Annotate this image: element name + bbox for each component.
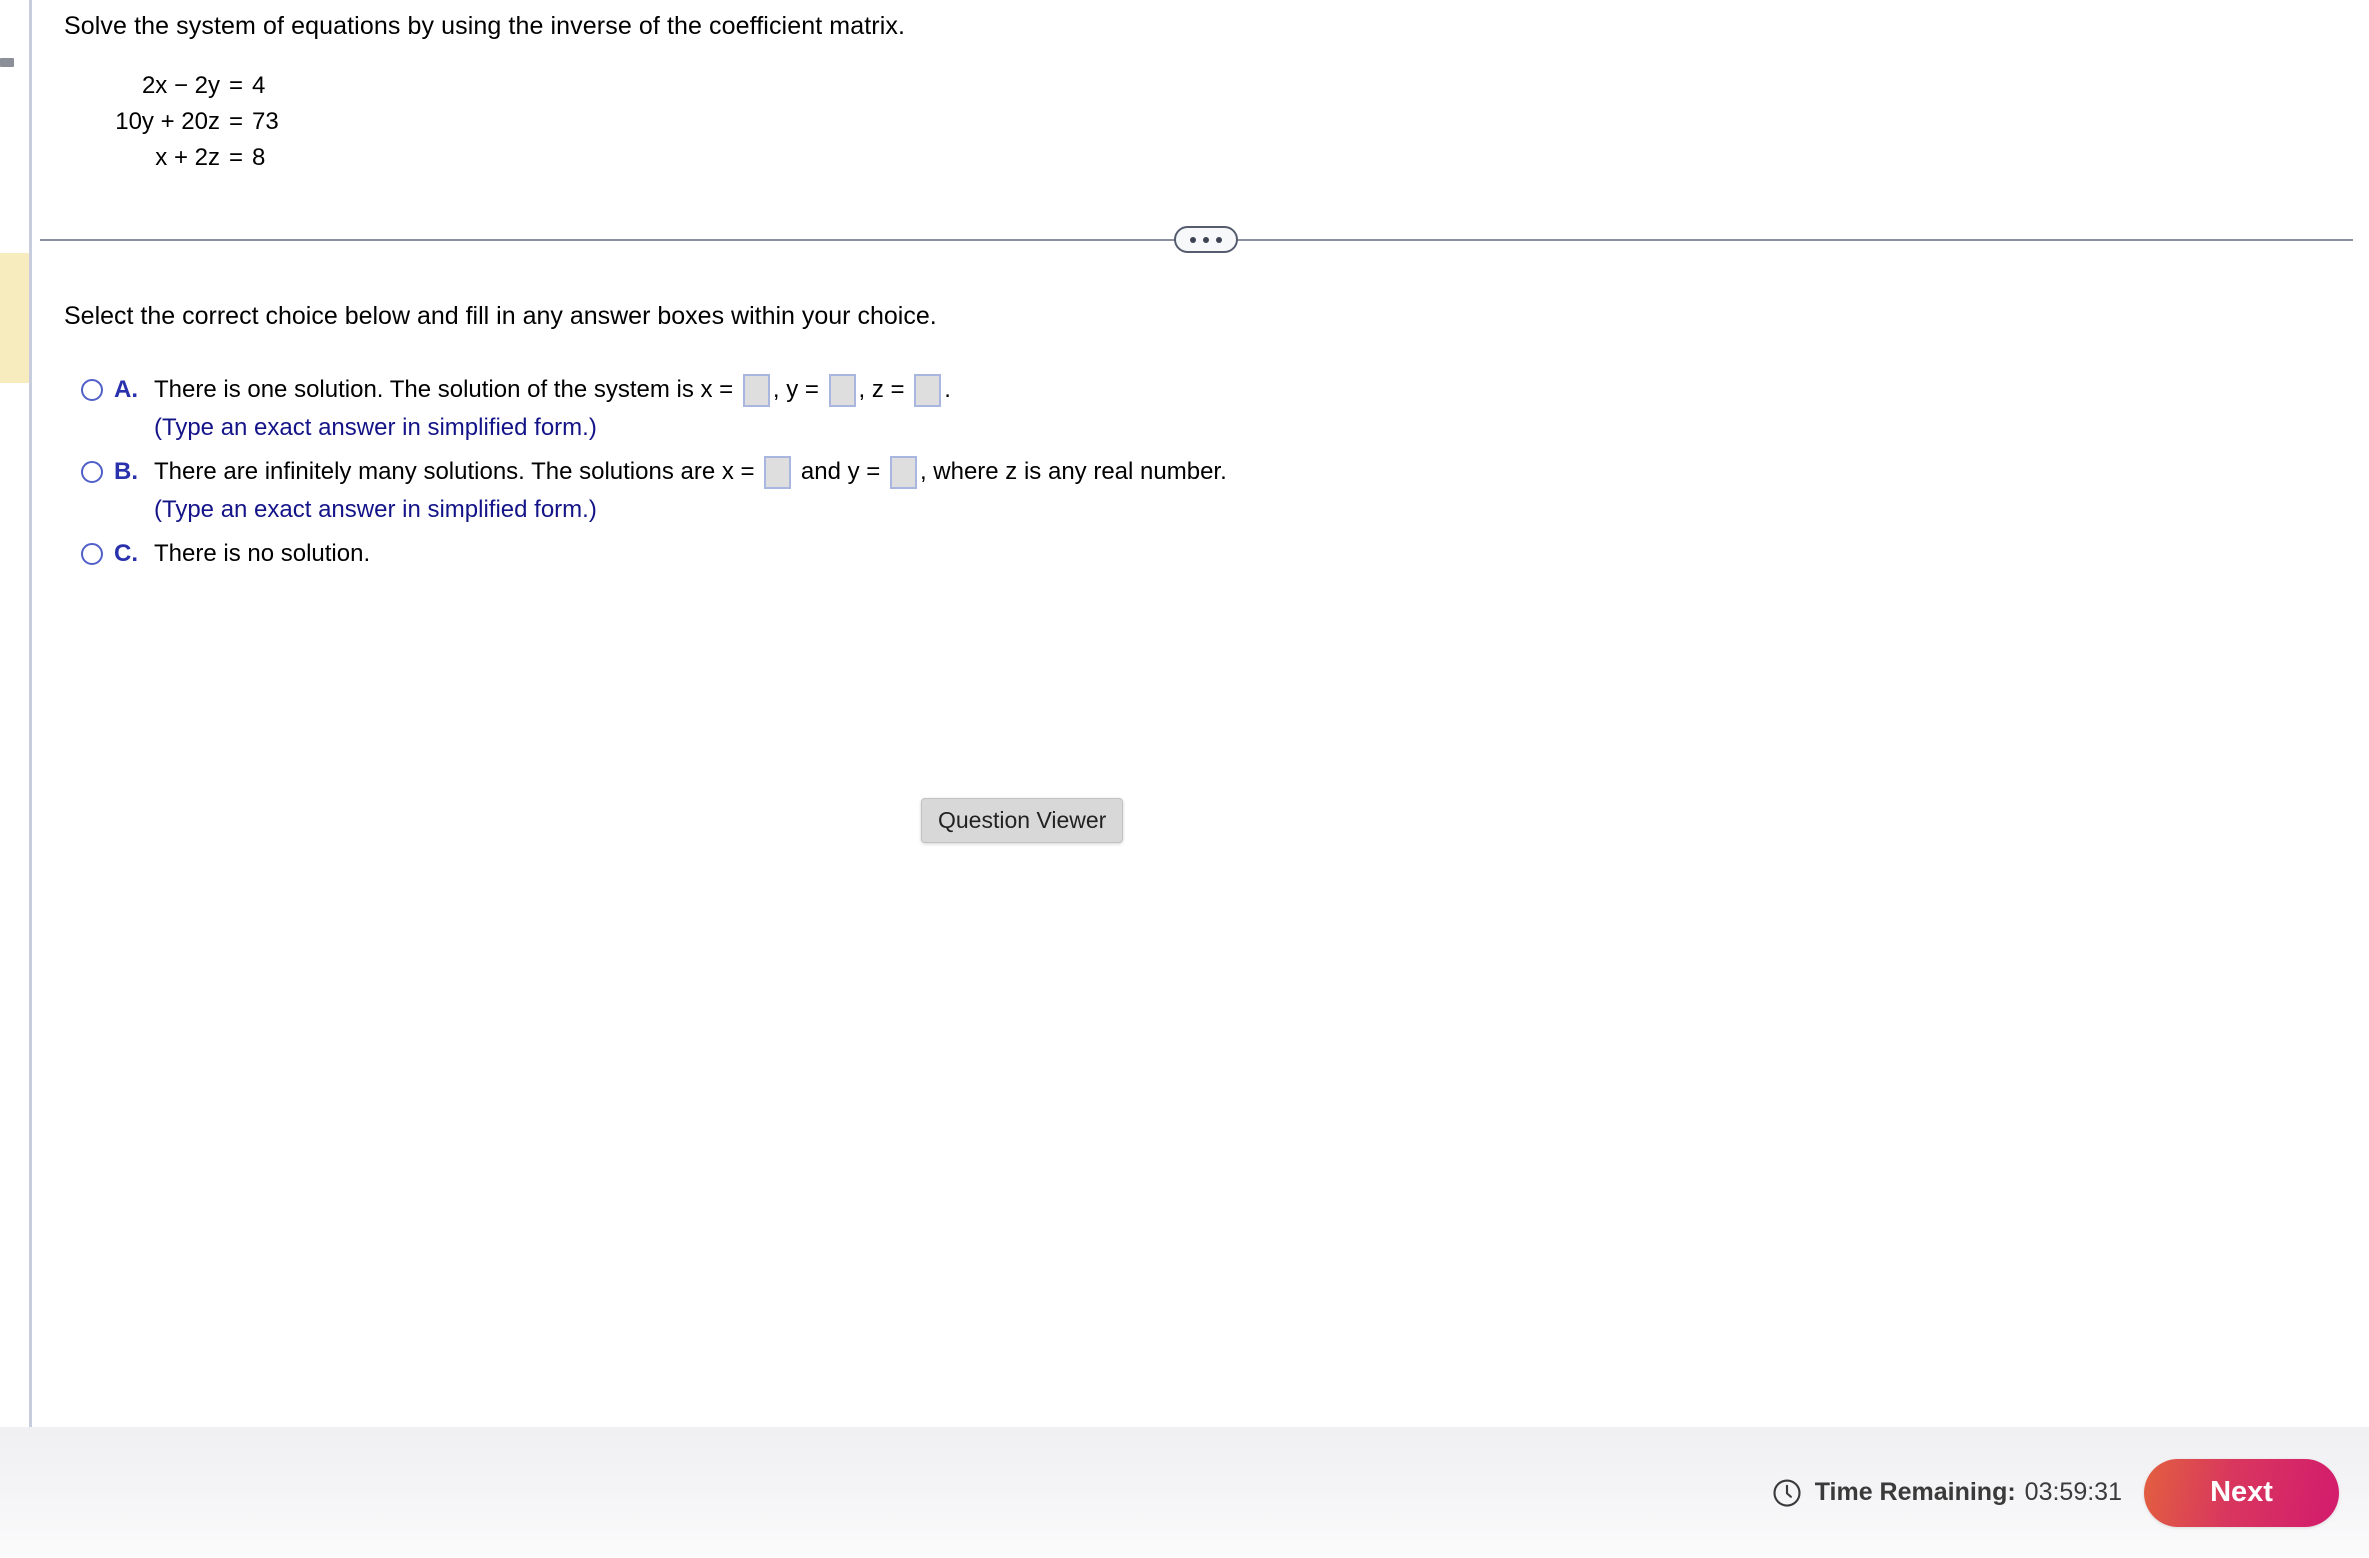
choice-b-hint: (Type an exact answer in simplified form… xyxy=(154,496,597,523)
bottom-toolbar: Time Remaining: 03:59:31 Next xyxy=(0,1427,2369,1558)
equation-row: x + 2z = 8 xyxy=(64,140,294,176)
equation-equals: = xyxy=(228,72,243,99)
question-viewer-tooltip: Question Viewer xyxy=(921,798,1124,843)
choice-a-text: There is one solution. The solution of t… xyxy=(154,372,1564,408)
choice-b-text: There are infinitely many solutions. The… xyxy=(154,454,1564,490)
choice-a-hint: (Type an exact answer in simplified form… xyxy=(154,414,597,441)
clock-icon xyxy=(1773,1478,1801,1507)
choice-a-segment-3: , z = xyxy=(858,376,912,403)
equation-lhs: 10y + 20z xyxy=(115,108,220,135)
rail-marker-icon xyxy=(0,58,14,67)
equation-lhs: 2x − 2y xyxy=(141,72,220,99)
choice-c-letter: C. xyxy=(114,540,138,567)
choice-a-segment-4: . xyxy=(944,376,951,403)
answer-box-b-y[interactable] xyxy=(889,455,917,489)
radio-choice-a[interactable] xyxy=(81,379,103,401)
ellipsis-dot-icon xyxy=(1216,236,1222,243)
equation-equals: = xyxy=(228,108,243,135)
answer-box-a-y[interactable] xyxy=(828,373,856,407)
ellipsis-dot-icon xyxy=(1203,236,1209,243)
choice-c-segment-1: There is no solution. xyxy=(154,540,371,567)
radio-choice-b[interactable] xyxy=(81,461,103,483)
next-button[interactable]: Next xyxy=(2144,1458,2339,1527)
time-remaining-value: 03:59:31 xyxy=(2024,1478,2122,1506)
equation-row: 10y + 20z = 73 xyxy=(64,104,294,140)
choice-c[interactable]: C. There is no solution. xyxy=(64,536,1564,572)
ellipsis-dot-icon xyxy=(1190,236,1196,243)
equation-system: 2x − 2y = 4 10y + 20z = 73 x + 2z = 8 xyxy=(64,68,294,176)
answer-box-a-z[interactable] xyxy=(914,373,942,407)
choice-a-segment-1: There is one solution. The solution of t… xyxy=(154,376,740,403)
choice-a-letter: A. xyxy=(114,376,138,403)
time-remaining-group: Time Remaining: 03:59:31 xyxy=(1772,1478,2122,1508)
time-remaining-label: Time Remaining: xyxy=(1814,1478,2016,1506)
choice-b-segment-3: , where z is any real number. xyxy=(919,458,1227,485)
divider-expand-button[interactable] xyxy=(1174,226,1238,253)
choice-b[interactable]: B. There are infinitely many solutions. … xyxy=(64,454,1564,528)
answer-box-b-x[interactable] xyxy=(764,455,792,489)
choice-a-segment-2: , y = xyxy=(772,376,826,403)
equation-lhs: x + 2z xyxy=(155,144,220,171)
choice-b-letter: B. xyxy=(114,458,138,485)
question-content-pane: Solve the system of equations by using t… xyxy=(32,0,2369,1427)
left-rail xyxy=(0,0,29,1428)
question-prompt: Solve the system of equations by using t… xyxy=(64,12,906,40)
section-divider xyxy=(32,226,2369,258)
radio-choice-c[interactable] xyxy=(81,543,103,565)
equation-rhs: 8 xyxy=(252,144,266,171)
equation-rhs: 4 xyxy=(252,72,266,99)
choice-list: A. There is one solution. The solution o… xyxy=(64,372,1564,580)
equation-rhs: 73 xyxy=(252,108,279,135)
answer-instruction: Select the correct choice below and fill… xyxy=(64,302,937,330)
choice-a[interactable]: A. There is one solution. The solution o… xyxy=(64,372,1564,446)
choice-b-segment-2: and y = xyxy=(794,458,887,485)
rail-highlight-block xyxy=(0,253,29,383)
choice-c-text: There is no solution. xyxy=(154,536,1564,572)
equation-row: 2x − 2y = 4 xyxy=(64,68,294,104)
answer-box-a-x[interactable] xyxy=(742,373,770,407)
choice-b-segment-1: There are infinitely many solutions. The… xyxy=(154,458,762,485)
equation-equals: = xyxy=(228,144,243,171)
